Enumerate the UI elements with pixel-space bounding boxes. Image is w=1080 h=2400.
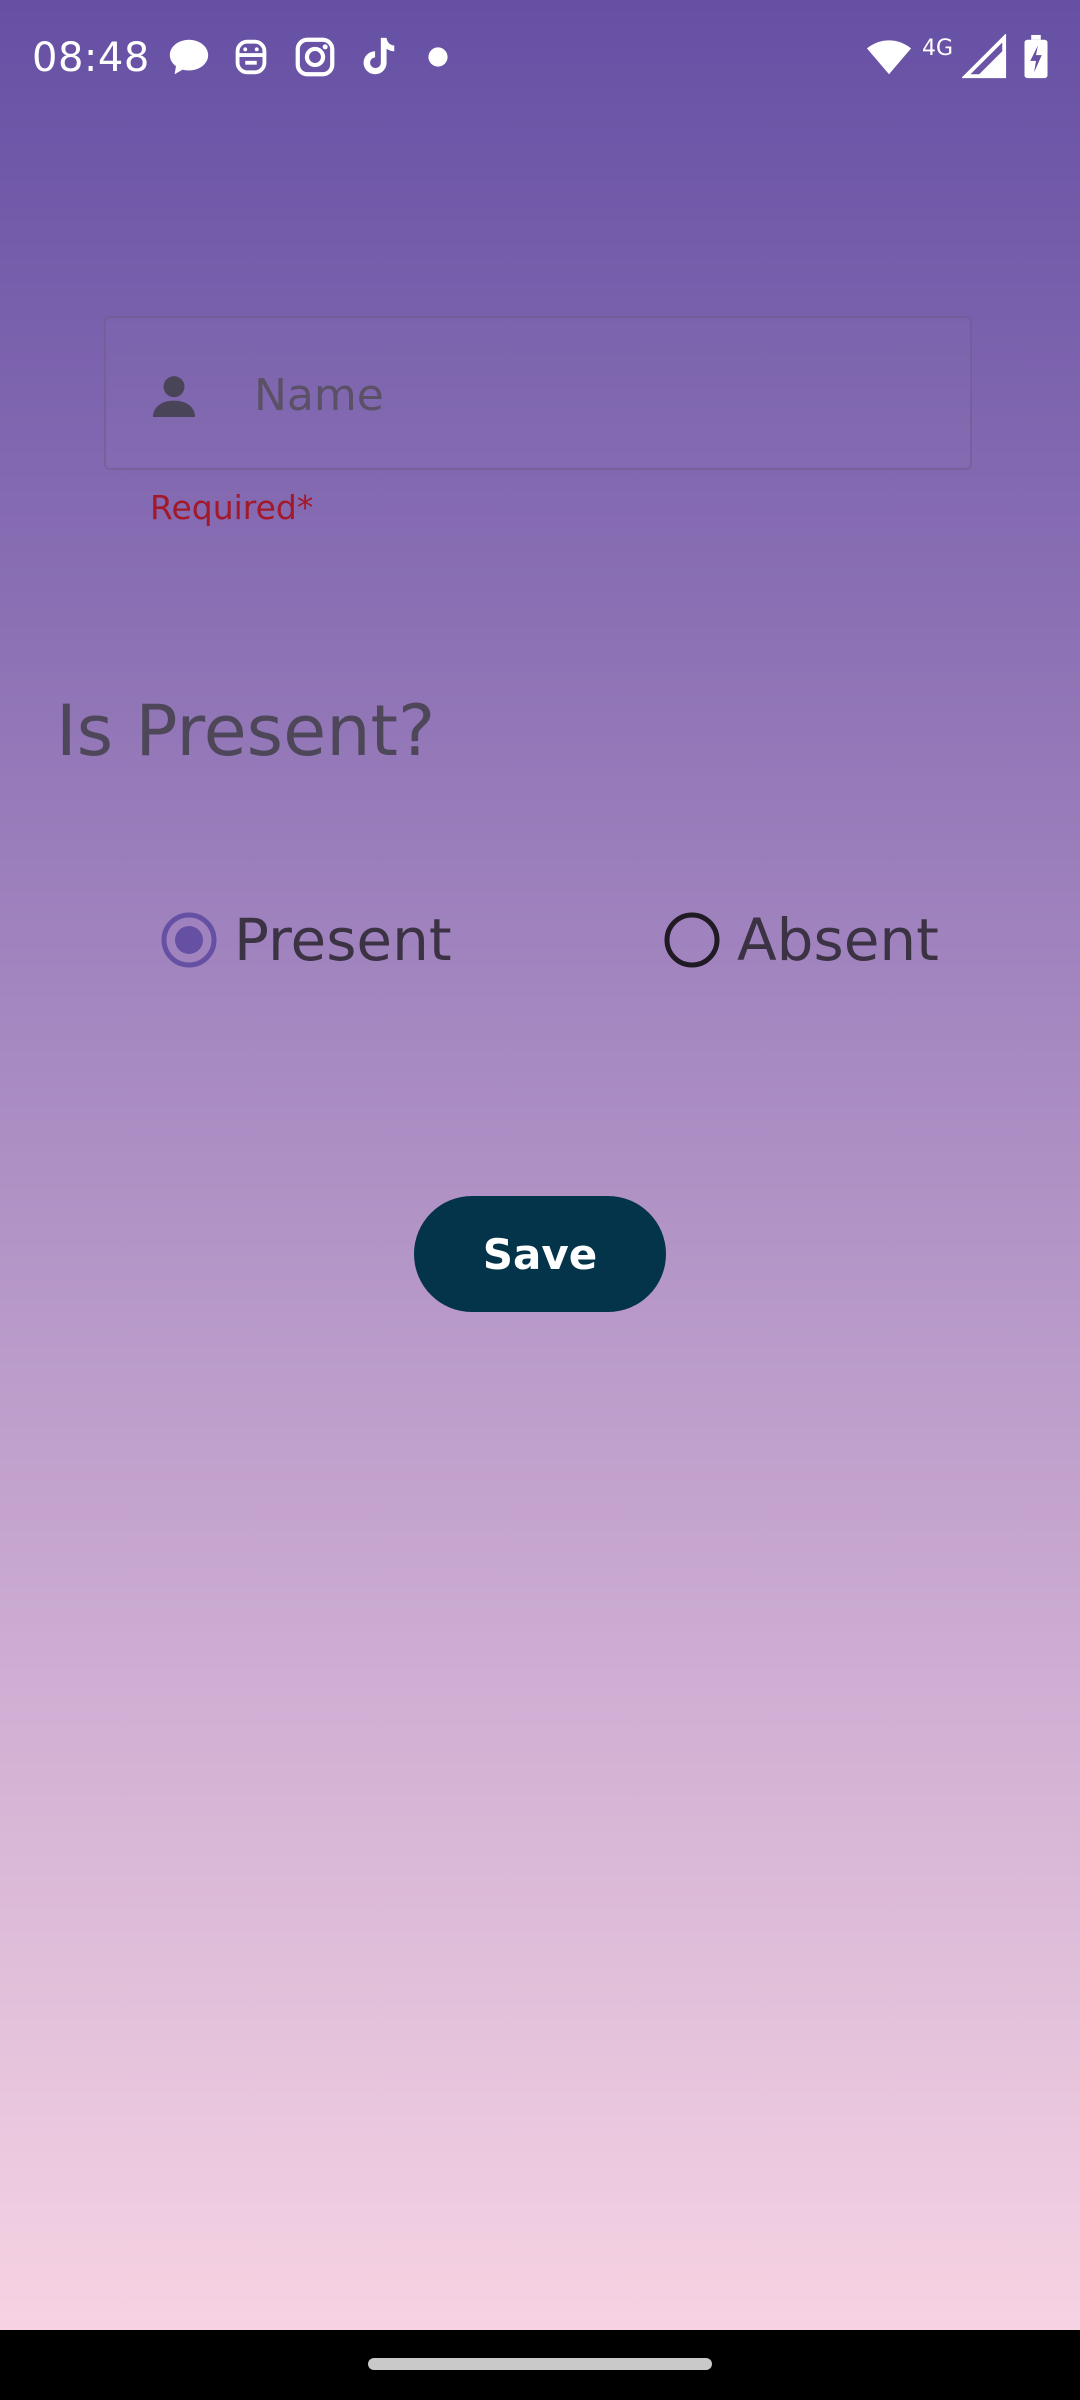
status-time: 08:48 [32,35,150,81]
save-button[interactable]: Save [414,1196,666,1312]
attendance-question: Is Present? [56,690,436,772]
battery-charging-icon [1018,34,1054,80]
more-dot-icon [426,34,450,80]
cell-signal-icon [962,34,1008,80]
absent-radio-button[interactable] [663,911,721,969]
present-radio-button[interactable] [160,911,218,969]
present-label: Present [234,906,452,974]
status-bar: 08:48 4G [0,0,1080,116]
present-radio-option[interactable]: Present [160,894,452,986]
robot-face-icon [228,34,274,80]
name-input[interactable] [254,348,934,442]
name-error-text: Required* [150,488,314,527]
home-handle[interactable] [368,2358,712,2370]
absent-radio-option[interactable]: Absent [663,894,939,986]
wifi-icon [862,34,916,80]
absent-label: Absent [737,906,939,974]
navigation-bar [0,2330,1080,2400]
tiktok-icon [354,34,400,80]
chat-bubble-icon [166,34,212,80]
person-icon [146,368,202,424]
instagram-icon [292,34,338,80]
name-field [104,316,972,470]
network-type: 4G [922,36,954,61]
